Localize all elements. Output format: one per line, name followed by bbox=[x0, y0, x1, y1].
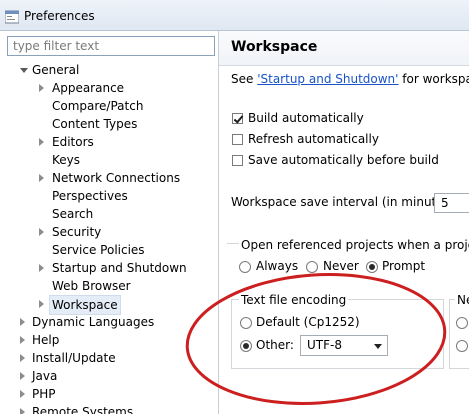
highlight-ellipse-overlay bbox=[185, 273, 447, 405]
highlight-ellipse bbox=[185, 273, 447, 405]
